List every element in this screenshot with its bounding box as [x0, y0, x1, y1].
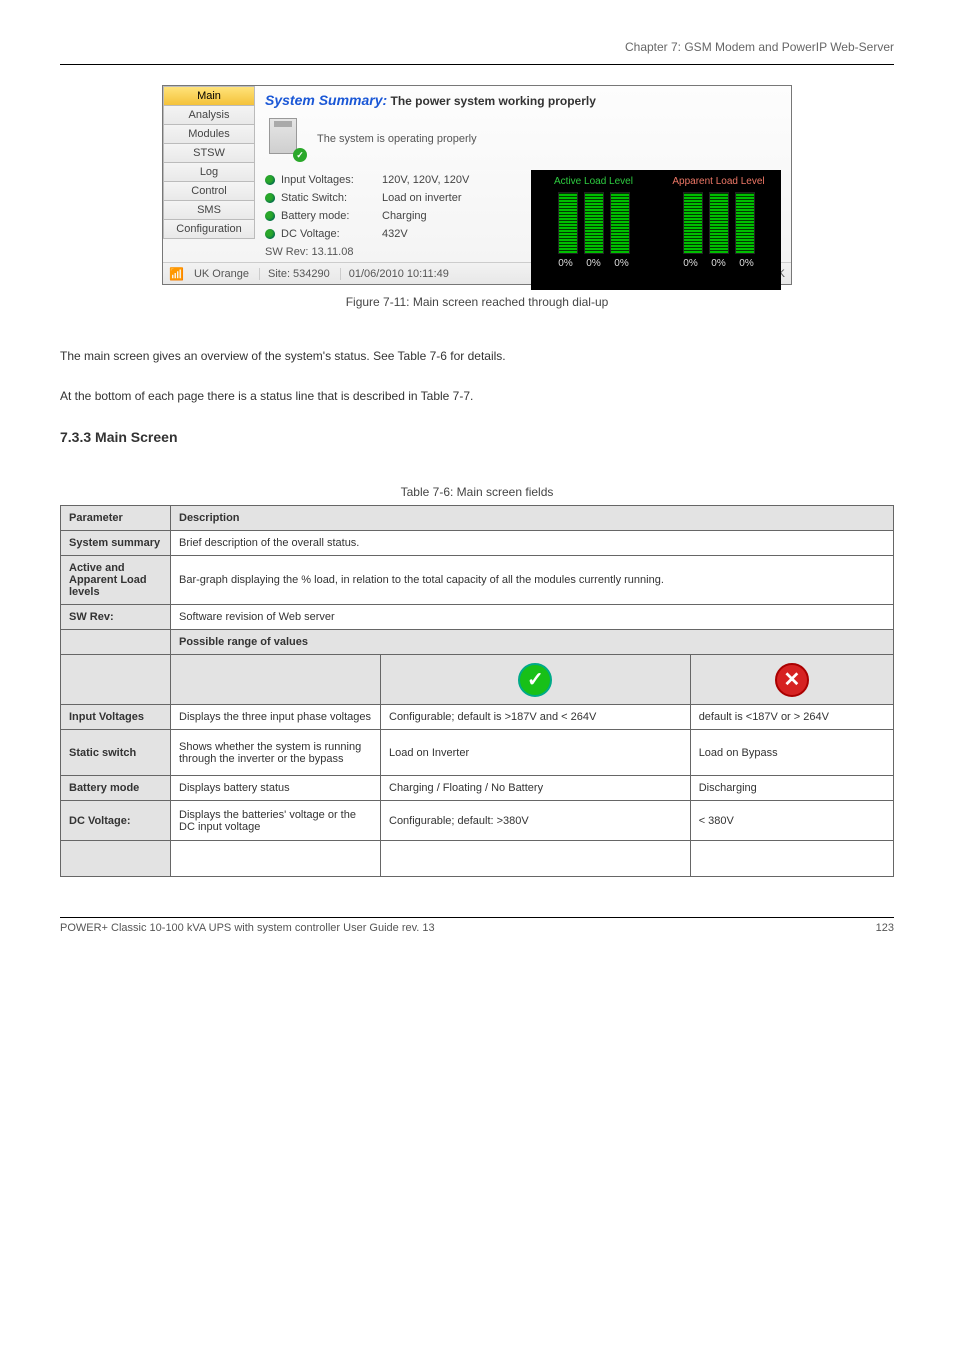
main-screen-screenshot: Main Analysis Modules STSW Log Control S…: [162, 85, 792, 285]
summary-subtitle: The power system working properly: [391, 94, 596, 108]
nav-column: Main Analysis Modules STSW Log Control S…: [163, 86, 255, 262]
active-load-title: Active Load Level: [554, 176, 633, 188]
row-load-levels-desc: Bar-graph displaying the % load, in rela…: [171, 556, 894, 605]
status-dot-icon: [265, 193, 275, 203]
row-swrev-desc: Software revision of Web server: [171, 605, 894, 630]
summary-heading: System Summary: The power system working…: [265, 92, 781, 108]
check-icon: ✓: [518, 663, 552, 697]
row-dc-ok: Configurable; default: >380V: [381, 801, 691, 841]
main-screen-table: Parameter Description System summary Bri…: [60, 505, 894, 877]
row-last-ok: [381, 841, 691, 877]
row-stsw-ok: Load on Inverter: [381, 730, 691, 776]
carrier-label: UK Orange: [194, 268, 249, 280]
row-stsw-bad: Load on Bypass: [690, 730, 893, 776]
icon-header-range-blank: [171, 655, 381, 705]
input-voltages-value: 120V, 120V, 120V: [382, 174, 469, 186]
nav-modules[interactable]: Modules: [163, 124, 255, 143]
row-batt-range: Displays battery status: [171, 776, 381, 801]
top-rule: [60, 64, 894, 65]
apparent-load-bars: [683, 192, 755, 254]
section-heading: 7.3.3 Main Screen: [60, 429, 894, 445]
nav-stsw[interactable]: STSW: [163, 143, 255, 162]
active-load-bars: [558, 192, 630, 254]
site-label: Site: 534290: [259, 268, 330, 280]
nav-analysis[interactable]: Analysis: [163, 105, 255, 124]
active-load-pct-2: 0%: [583, 258, 605, 269]
status-dot-icon: [265, 229, 275, 239]
row-input-param: Input Voltages: [61, 705, 171, 730]
sw-rev: SW Rev: 13.11.08: [265, 246, 535, 258]
status-text: The system is operating properly: [317, 133, 477, 145]
figure-caption: Figure 7-11: Main screen reached through…: [60, 295, 894, 309]
row-last-bad: [690, 841, 893, 877]
row-dc-bad: < 380V: [690, 801, 893, 841]
nav-main[interactable]: Main: [163, 86, 255, 105]
row-input-range: Displays the three input phase voltages: [171, 705, 381, 730]
battery-mode-label: Battery mode:: [281, 210, 376, 222]
row-range-label: Possible range of values: [171, 630, 894, 655]
status-dot-icon: [265, 211, 275, 221]
row-last-range: [171, 841, 381, 877]
x-icon: ✕: [775, 663, 809, 697]
description-2: At the bottom of each page there is a st…: [60, 389, 894, 403]
description-1: The main screen gives an overview of the…: [60, 349, 894, 363]
status-dot-icon: [265, 175, 275, 185]
row-stsw-range: Shows whether the system is running thro…: [171, 730, 381, 776]
row-last-param: [61, 841, 171, 877]
apparent-load-pct-2: 0%: [708, 258, 730, 269]
row-load-levels-param: Active and Apparent Load levels: [61, 556, 171, 605]
row-range-blank: [61, 630, 171, 655]
table-caption: Table 7-6: Main screen fields: [60, 485, 894, 499]
nav-configuration[interactable]: Configuration: [163, 219, 255, 239]
static-switch-value: Load on inverter: [382, 192, 462, 204]
th-description: Description: [171, 506, 894, 531]
page-header-right: Chapter 7: GSM Modem and PowerIP Web-Ser…: [60, 40, 894, 54]
row-batt-param: Battery mode: [61, 776, 171, 801]
row-system-summary-param: System summary: [61, 531, 171, 556]
datetime-label: 01/06/2010 10:11:49: [340, 268, 449, 280]
readings-block: Input Voltages: 120V, 120V, 120V Static …: [265, 174, 781, 258]
active-load-pct-3: 0%: [611, 258, 633, 269]
status-row: ✓ The system is operating properly: [265, 116, 781, 162]
row-input-bad: default is <187V or > 264V: [690, 705, 893, 730]
load-gauges: Active Load Level 0% 0% 0% Apparent: [531, 170, 781, 290]
input-voltages-label: Input Voltages:: [281, 174, 376, 186]
apparent-load-title: Apparent Load Level: [672, 176, 764, 188]
device-icon: ✓: [265, 116, 307, 162]
row-system-summary-desc: Brief description of the overall status.: [171, 531, 894, 556]
row-input-ok: Configurable; default is >187V and < 264…: [381, 705, 691, 730]
nav-sms[interactable]: SMS: [163, 200, 255, 219]
active-load-pct-1: 0%: [555, 258, 577, 269]
apparent-load-pct-1: 0%: [680, 258, 702, 269]
row-dc-param: DC Voltage:: [61, 801, 171, 841]
row-stsw-param: Static switch: [61, 730, 171, 776]
battery-mode-value: Charging: [382, 210, 427, 222]
nav-control[interactable]: Control: [163, 181, 255, 200]
icon-header-blank: [61, 655, 171, 705]
th-parameter: Parameter: [61, 506, 171, 531]
row-batt-ok: Charging / Floating / No Battery: [381, 776, 691, 801]
row-batt-bad: Discharging: [690, 776, 893, 801]
antenna-icon: 📶: [169, 267, 184, 281]
nav-log[interactable]: Log: [163, 162, 255, 181]
apparent-load-pct-3: 0%: [736, 258, 758, 269]
summary-title: System Summary:: [265, 92, 387, 108]
footer-right: 123: [876, 922, 894, 934]
row-swrev-param: SW Rev:: [61, 605, 171, 630]
footer-left: POWER+ Classic 10-100 kVA UPS with syste…: [60, 922, 435, 934]
device-ok-badge: ✓: [293, 148, 307, 162]
row-dc-range: Displays the batteries' voltage or the D…: [171, 801, 381, 841]
static-switch-label: Static Switch:: [281, 192, 376, 204]
dc-voltage-value: 432V: [382, 228, 408, 240]
dc-voltage-label: DC Voltage:: [281, 228, 376, 240]
